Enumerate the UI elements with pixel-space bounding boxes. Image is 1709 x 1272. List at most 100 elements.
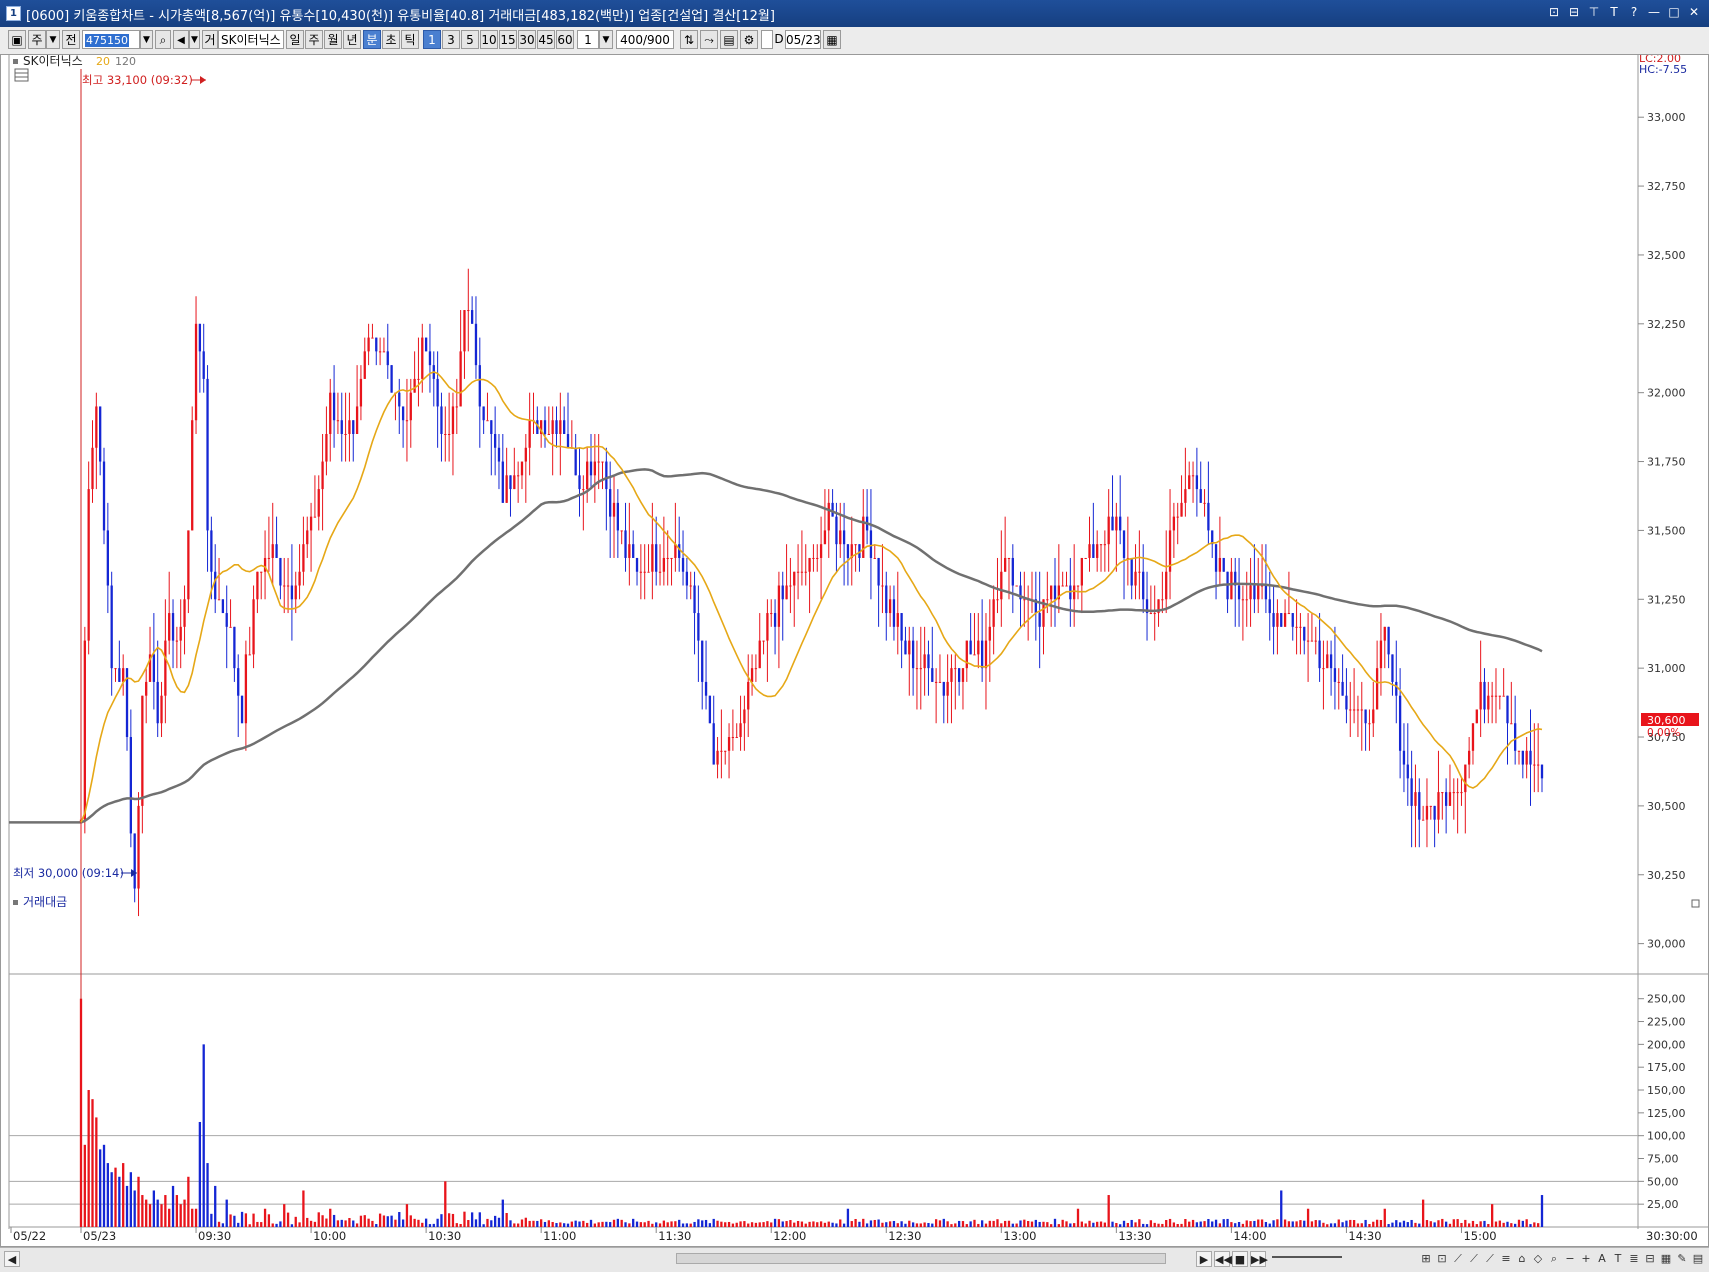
scroll-thumb[interactable]: [676, 1253, 1166, 1264]
volume-bar: [1023, 1219, 1026, 1227]
code-dropdown-icon[interactable]: ▼: [140, 30, 153, 49]
chart-type-icon[interactable]: ⇅: [680, 30, 698, 49]
count-display[interactable]: 400/900: [616, 30, 674, 49]
interval-select[interactable]: 1: [577, 30, 599, 49]
candle-body: [256, 571, 259, 600]
candle-body: [1272, 613, 1275, 627]
candle-body: [812, 557, 815, 559]
fibonacci-icon[interactable]: ≡: [1499, 1251, 1513, 1267]
volume-bar: [352, 1220, 355, 1227]
ruler-icon[interactable]: ⊟: [1643, 1251, 1657, 1267]
interval-1[interactable]: 1: [423, 30, 441, 49]
restore-icon[interactable]: ⊡: [1547, 4, 1561, 20]
list-icon[interactable]: ≣: [1627, 1251, 1641, 1267]
gear-icon[interactable]: ⚙: [740, 30, 758, 49]
text-icon[interactable]: A: [1595, 1251, 1609, 1267]
chart-svg[interactable]: 33,000 32,750 32,500 32,250 32,000 31,750 31,5…: [1, 52, 1708, 1246]
volume-bar: [1360, 1223, 1363, 1227]
minimize-button[interactable]: —: [1647, 4, 1661, 20]
candle-body: [647, 571, 650, 573]
rewind-icon[interactable]: ◀◀: [1214, 1251, 1232, 1267]
indicator-icon[interactable]: ⤳: [700, 30, 718, 49]
period-type-select[interactable]: 주: [28, 30, 46, 49]
tab-second[interactable]: 초: [382, 30, 400, 49]
volume-bar: [497, 1217, 501, 1227]
price-tick-label: 32,250: [1647, 318, 1686, 331]
volume-bar: [363, 1215, 366, 1227]
compare-button[interactable]: 전: [62, 30, 80, 49]
scroll-right-icon[interactable]: ▶: [1196, 1251, 1212, 1267]
volume-bar: [915, 1223, 919, 1227]
candle-body: [961, 668, 965, 682]
volume-panel-collapse-icon[interactable]: [13, 900, 18, 905]
interval-5[interactable]: 5: [461, 30, 479, 49]
line-icon[interactable]: ⟋: [1467, 1251, 1481, 1267]
draw-icon[interactable]: ✎: [1675, 1251, 1689, 1267]
tab-tick[interactable]: 틱: [401, 30, 419, 49]
volume-bar: [593, 1223, 596, 1227]
interval-60[interactable]: 60: [556, 30, 574, 49]
search-icon[interactable]: ⌕: [155, 30, 171, 49]
stop-icon[interactable]: ■: [1232, 1251, 1248, 1267]
close-button[interactable]: ✕: [1687, 4, 1701, 20]
tab-daily[interactable]: 일: [286, 30, 304, 49]
zoom-icon[interactable]: ⌕: [1547, 1251, 1561, 1267]
tile-icon[interactable]: ⊟: [1567, 4, 1581, 20]
stock-name-field[interactable]: SK이터닉스: [218, 30, 284, 49]
grid-icon[interactable]: ▦: [1659, 1251, 1673, 1267]
chevron-down-icon[interactable]: ▼: [46, 30, 60, 49]
volume-bar: [194, 1208, 198, 1227]
trendline-icon[interactable]: ⟋: [1451, 1251, 1465, 1267]
pattern-icon[interactable]: ⌂: [1515, 1251, 1529, 1267]
date-checkbox[interactable]: [761, 30, 773, 49]
calendar-icon[interactable]: ▦: [823, 30, 841, 49]
time-tick-label: 10:30: [428, 1229, 461, 1243]
pin-icon[interactable]: ⊤: [1587, 4, 1601, 20]
volume-bar: [1249, 1221, 1252, 1227]
speaker-icon[interactable]: ◀: [173, 30, 189, 49]
chart-area[interactable]: 33,000 32,750 32,500 32,250 32,000 31,750 31,5…: [0, 52, 1709, 1247]
volume-bar: [1157, 1223, 1160, 1227]
settings-icon[interactable]: ▤: [1691, 1251, 1705, 1267]
tab-yearly[interactable]: 년: [343, 30, 361, 49]
tab-monthly[interactable]: 월: [324, 30, 342, 49]
price-tick-label: 31,000: [1647, 662, 1686, 675]
stock-code-input[interactable]: 475150: [82, 30, 140, 49]
save-icon[interactable]: ▤: [720, 30, 738, 49]
crosshair-icon[interactable]: ⊡: [1435, 1251, 1449, 1267]
scroll-left-icon[interactable]: ◀: [4, 1251, 20, 1267]
scrollbar[interactable]: ◀ ▶ ◀◀ ■ ▶▶ ⊞ ⊡ ⟋ ⟋ ⟋ ≡ ⌂ ◇ ⌕ − + A T ≣ …: [0, 1247, 1709, 1272]
volume-bar: [490, 1220, 493, 1227]
zoom-slider[interactable]: [1272, 1256, 1342, 1258]
interval-dropdown-icon[interactable]: ▼: [599, 30, 613, 49]
layout-icon[interactable]: ▣: [8, 30, 26, 49]
stock-name-prefix[interactable]: 거: [202, 30, 218, 49]
candle-body: [750, 668, 754, 682]
interval-10[interactable]: 10: [480, 30, 498, 49]
candle-body: [1460, 792, 1463, 794]
volume-bar: [99, 1149, 102, 1227]
speaker-dropdown-icon[interactable]: ▼: [189, 30, 200, 49]
volume-bar: [1165, 1220, 1168, 1227]
text-style-icon[interactable]: T: [1611, 1251, 1625, 1267]
tab-minute[interactable]: 분: [363, 30, 381, 49]
candle-body: [1490, 695, 1494, 697]
interval-45[interactable]: 45: [537, 30, 555, 49]
shape-icon[interactable]: ◇: [1531, 1251, 1545, 1267]
zoom-out-icon[interactable]: −: [1563, 1251, 1577, 1267]
date-input[interactable]: 05/23: [785, 30, 821, 49]
channel-icon[interactable]: ⟋: [1483, 1251, 1497, 1267]
interval-15[interactable]: 15: [499, 30, 517, 49]
panel-collapse-icon[interactable]: [13, 59, 18, 64]
zoom-in-icon[interactable]: +: [1579, 1251, 1593, 1267]
time-tick-label: 09:30: [198, 1229, 231, 1243]
cursor-icon[interactable]: ⊞: [1419, 1251, 1433, 1267]
font-icon[interactable]: T: [1607, 4, 1621, 20]
help-icon[interactable]: ?: [1627, 4, 1641, 20]
fast-forward-icon[interactable]: ▶▶: [1250, 1251, 1268, 1267]
app-icon[interactable]: 1: [6, 6, 21, 21]
interval-30[interactable]: 30: [518, 30, 536, 49]
maximize-button[interactable]: □: [1667, 4, 1681, 20]
interval-3[interactable]: 3: [442, 30, 460, 49]
tab-weekly[interactable]: 주: [305, 30, 323, 49]
